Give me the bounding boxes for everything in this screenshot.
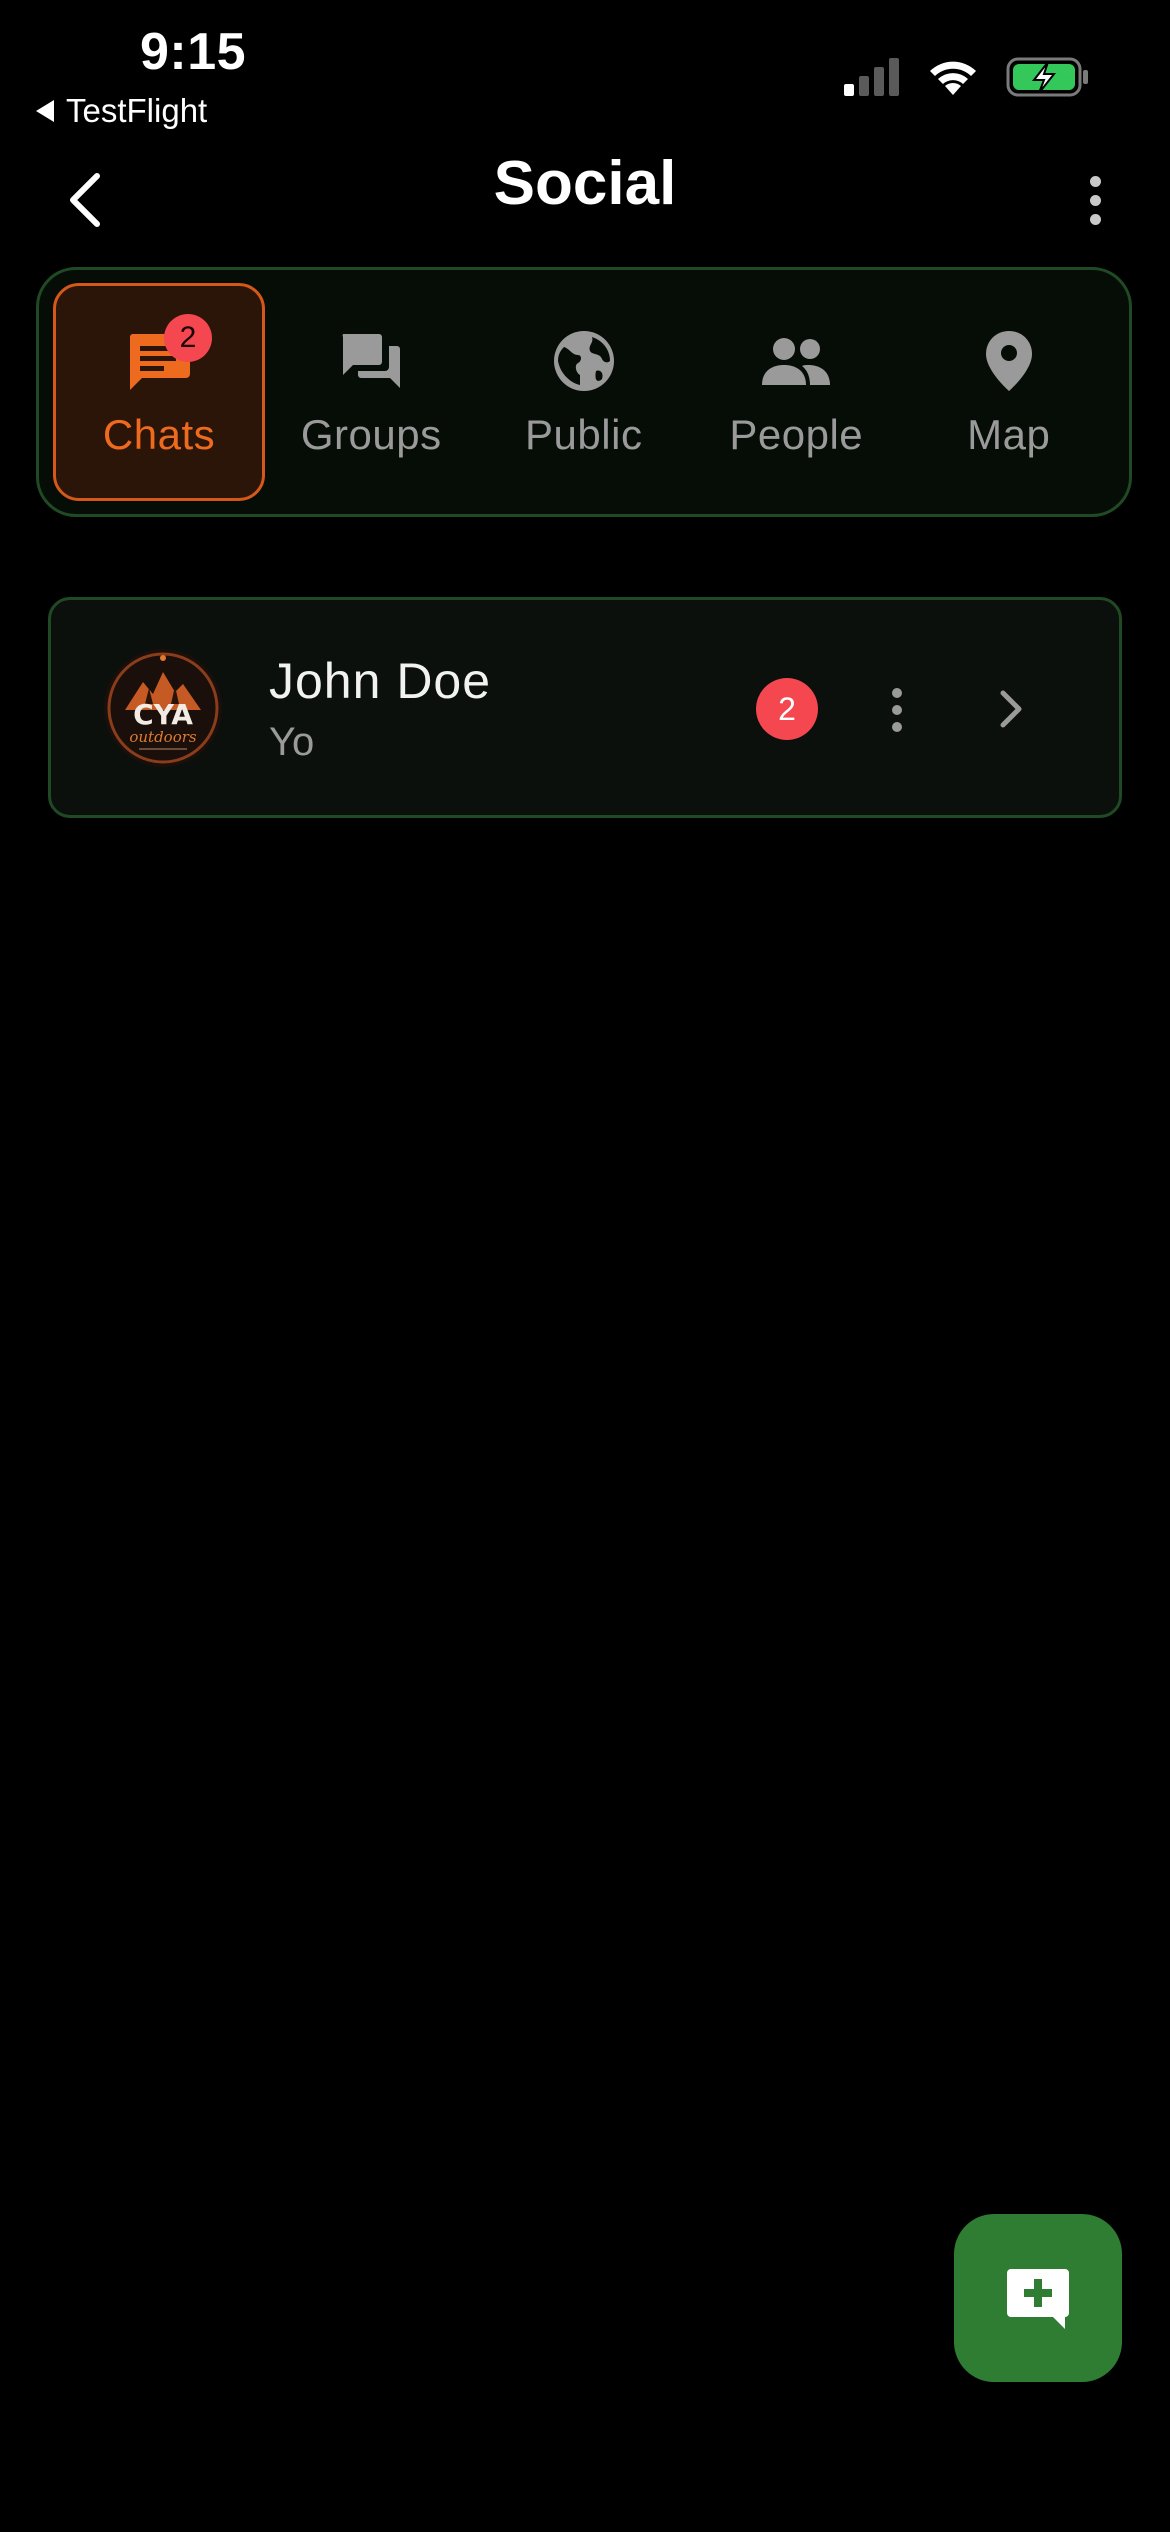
tab-people-label: People: [729, 411, 864, 458]
status-time: 9:15: [140, 23, 247, 81]
tab-map-label: Map: [967, 411, 1051, 458]
tab-public[interactable]: Public: [478, 283, 691, 501]
chat-last-message: Yo: [269, 720, 315, 764]
forum-icon: [335, 325, 407, 397]
avatar: CYA outdoors: [103, 648, 223, 768]
more-dot: [892, 722, 902, 732]
avatar-logo-subtext: outdoors: [129, 728, 197, 746]
chevron-right-icon: [1000, 690, 1022, 728]
tab-chats[interactable]: Chats 2: [53, 283, 265, 501]
tab-people[interactable]: People: [690, 283, 903, 501]
chat-list-item[interactable]: CYA outdoors John Doe Yo 2: [48, 597, 1122, 818]
new-chat-button[interactable]: [954, 2214, 1122, 2382]
social-tab-bar: Chats 2 Groups Public People Map: [36, 267, 1132, 517]
globe-icon: [548, 325, 620, 397]
tab-public-label: Public: [525, 411, 643, 458]
chat-more-button[interactable]: [877, 680, 917, 740]
avatar-logo-text: CYA: [133, 698, 193, 731]
more-dot: [1089, 213, 1101, 225]
more-dot: [892, 705, 902, 715]
back-app-label: TestFlight: [66, 92, 208, 129]
chat-unread-badge: 2: [756, 678, 818, 740]
cellular-signal-icon: [844, 58, 900, 101]
tab-groups[interactable]: Groups: [265, 283, 478, 501]
more-dot: [1089, 194, 1101, 206]
more-vertical-icon: [892, 688, 902, 698]
people-icon: [760, 325, 832, 397]
more-vertical-icon: [1089, 175, 1101, 187]
tab-map[interactable]: Map: [903, 283, 1116, 501]
wifi-icon: [926, 57, 980, 102]
chats-unread-badge: 2: [164, 314, 212, 362]
back-triangle-icon: [36, 100, 54, 122]
back-to-app-link[interactable]: TestFlight: [36, 92, 207, 130]
status-indicators: [844, 56, 1090, 103]
chat-contact-name: John Doe: [269, 653, 492, 709]
add-chat-icon: [1007, 2269, 1069, 2329]
chat-open-button[interactable]: [991, 686, 1031, 732]
tab-chats-label: Chats: [102, 411, 216, 458]
header-more-button[interactable]: [1070, 168, 1120, 232]
page-title: Social: [493, 149, 677, 218]
map-pin-icon: [973, 325, 1045, 397]
battery-charging-icon: [1006, 56, 1090, 103]
tab-groups-label: Groups: [300, 411, 442, 458]
